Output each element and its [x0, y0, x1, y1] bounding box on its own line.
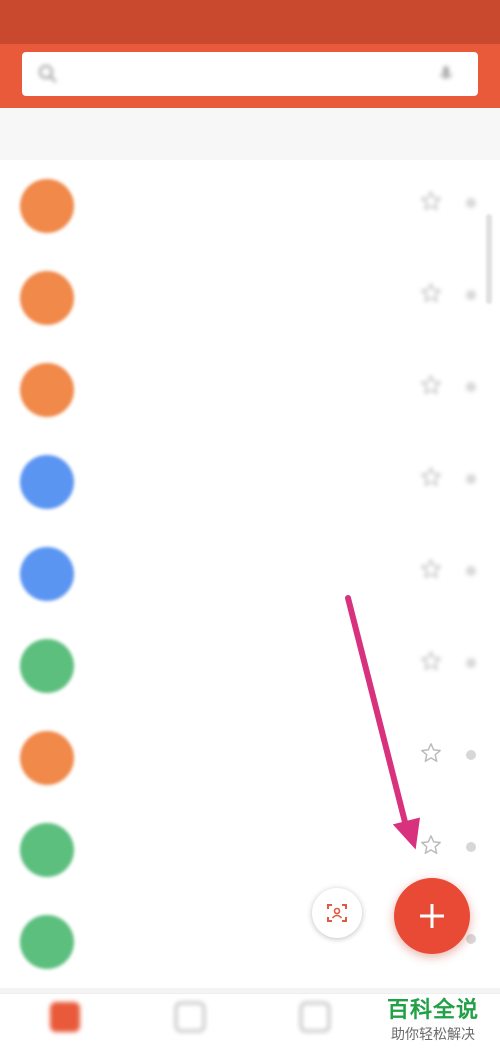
scan-card-icon	[327, 904, 347, 922]
status-dot	[466, 474, 476, 484]
contact-avatar	[20, 639, 74, 693]
scan-card-button[interactable]	[312, 888, 362, 938]
scrollbar[interactable]	[486, 214, 492, 304]
contact-row[interactable]	[0, 436, 500, 528]
app-header	[0, 44, 500, 108]
contact-row[interactable]	[0, 620, 500, 712]
contacts-icon	[49, 1002, 80, 1032]
contact-row[interactable]	[0, 528, 500, 620]
contact-row[interactable]	[0, 160, 500, 252]
contact-row[interactable]	[0, 344, 500, 436]
status-dot	[466, 934, 476, 944]
favorite-star-icon[interactable]	[420, 834, 442, 856]
status-dot	[466, 382, 476, 392]
contact-avatar	[20, 547, 74, 601]
contact-avatar	[20, 823, 74, 877]
favorite-star-icon[interactable]	[420, 466, 442, 488]
contact-avatar	[20, 271, 74, 325]
favorite-star-icon[interactable]	[420, 374, 442, 396]
favorite-star-icon[interactable]	[420, 650, 442, 672]
status-dot	[466, 566, 476, 576]
messages-icon	[299, 1002, 330, 1032]
contact-avatar	[20, 179, 74, 233]
contact-row[interactable]	[0, 252, 500, 344]
nav-tab-2[interactable]	[125, 994, 250, 1058]
favorite-star-icon[interactable]	[420, 282, 442, 304]
contact-row[interactable]	[0, 712, 500, 804]
nav-tab-3[interactable]	[250, 994, 375, 1058]
contact-avatar	[20, 363, 74, 417]
search-icon	[39, 65, 57, 83]
watermark-subtitle: 助你轻松解决	[391, 1027, 475, 1043]
status-dot	[466, 842, 476, 852]
watermark-title: 百科全说	[386, 998, 479, 1023]
status-dot	[466, 290, 476, 300]
status-dot	[466, 750, 476, 760]
contact-avatar	[20, 455, 74, 509]
voice-search-icon[interactable]	[436, 64, 456, 84]
contact-avatar	[20, 915, 74, 969]
contact-list	[0, 160, 500, 988]
add-contact-button[interactable]	[394, 878, 470, 954]
search-input[interactable]	[22, 52, 478, 96]
favorite-star-icon[interactable]	[420, 742, 442, 764]
nav-tab-1[interactable]	[0, 994, 125, 1058]
section-header	[0, 108, 500, 161]
plus-icon	[420, 904, 444, 928]
contact-avatar	[20, 731, 74, 785]
calls-icon	[174, 1002, 205, 1032]
status-bar	[0, 0, 500, 44]
status-dot	[466, 198, 476, 208]
status-dot	[466, 658, 476, 668]
watermark: 百科全说 助你轻松解决	[370, 996, 496, 1050]
favorite-star-icon[interactable]	[420, 190, 442, 212]
favorite-star-icon[interactable]	[420, 558, 442, 580]
